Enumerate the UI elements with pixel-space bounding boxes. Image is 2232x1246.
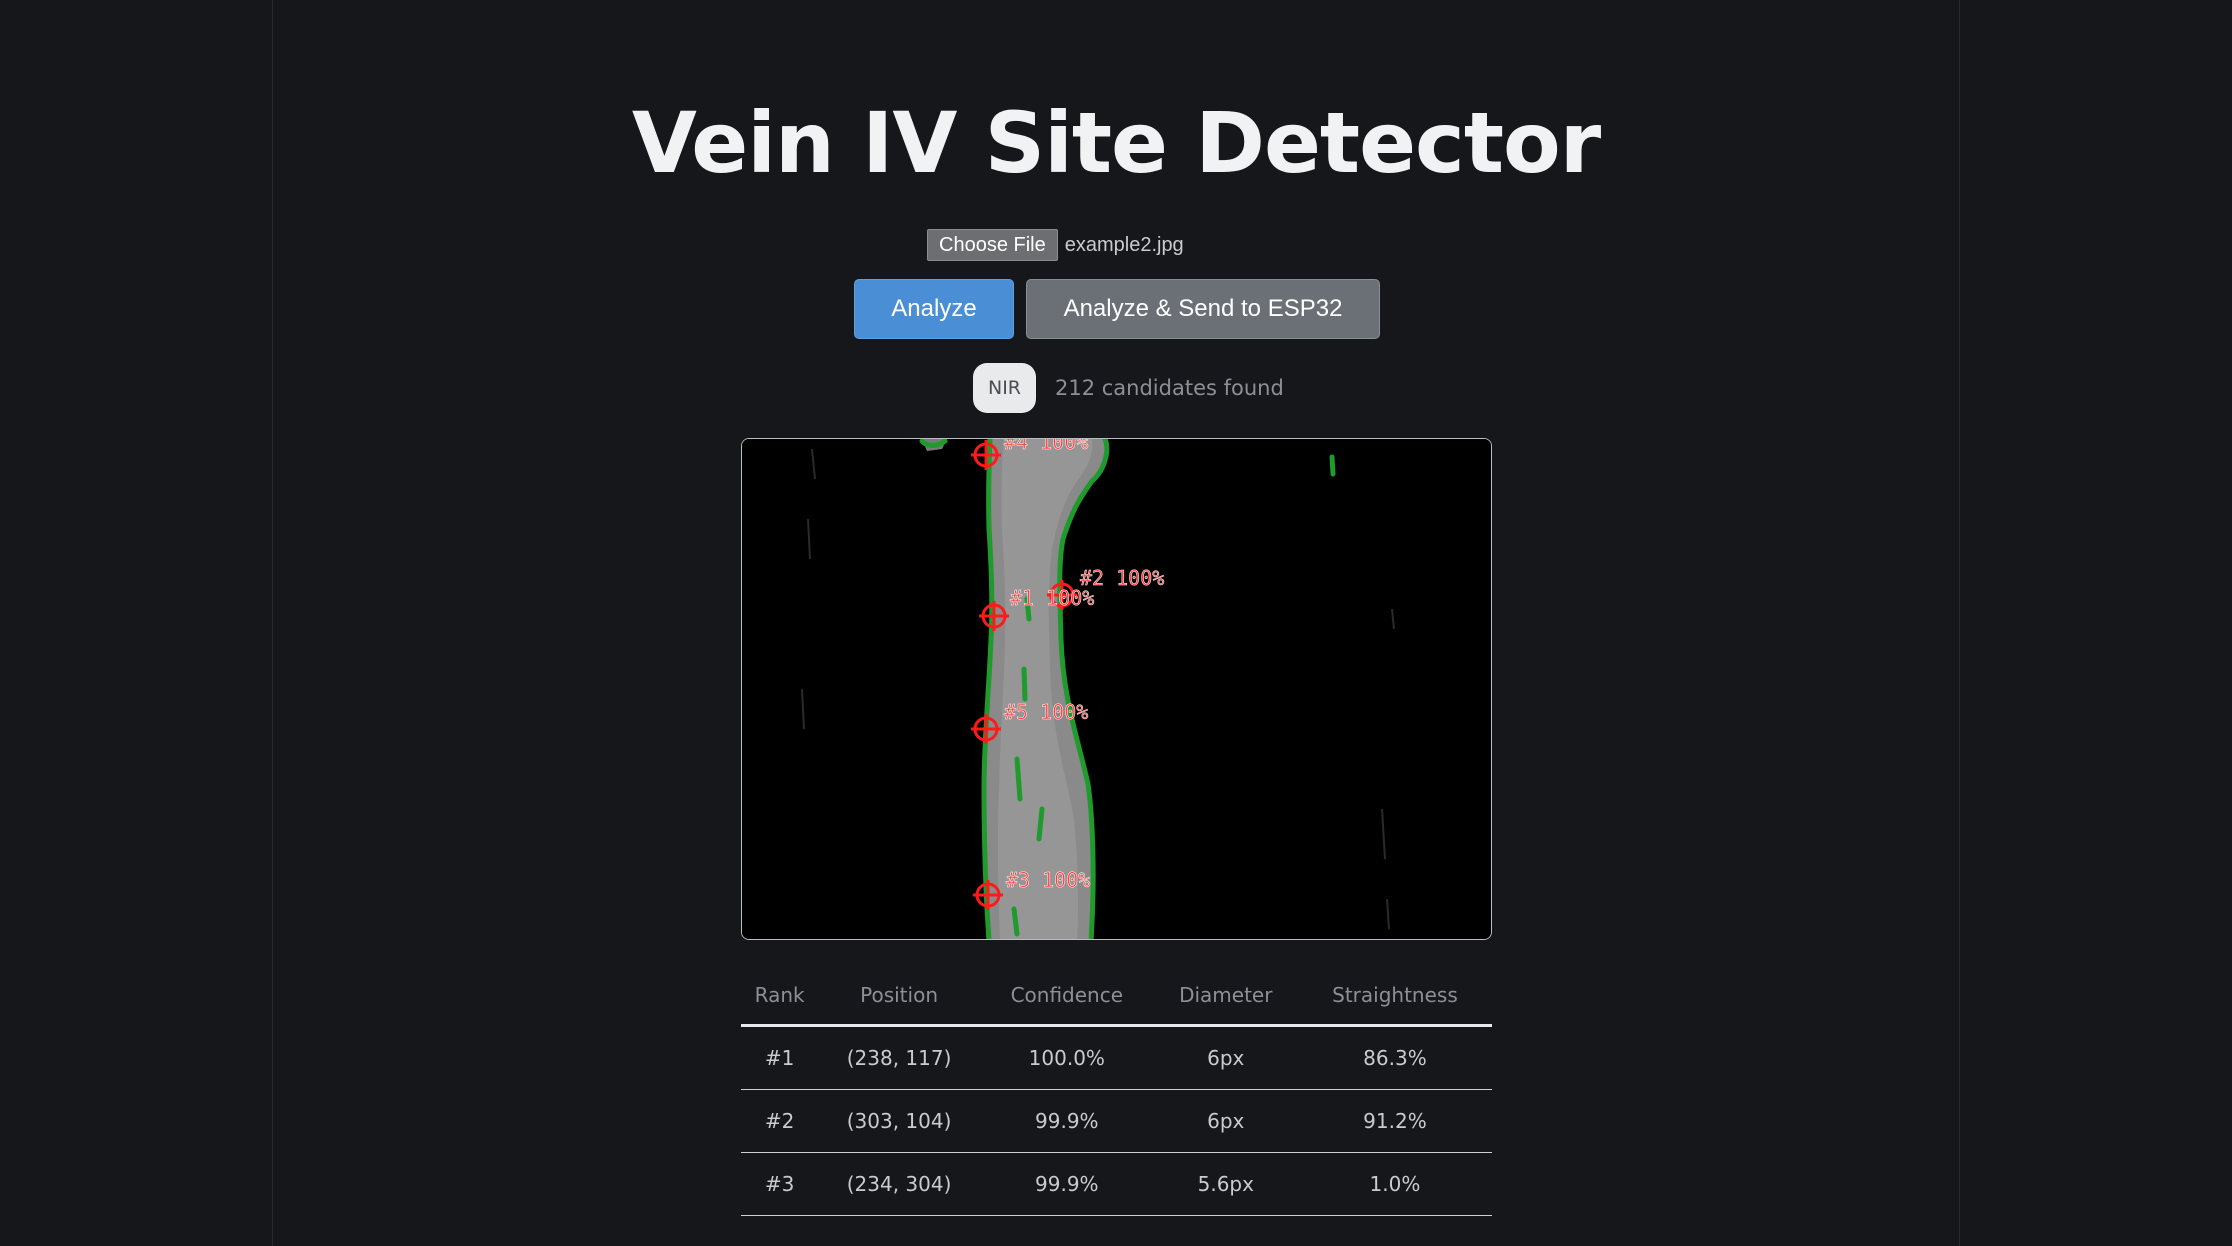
col-rank: Rank bbox=[741, 966, 819, 1027]
page-title: Vein IV Site Detector bbox=[631, 94, 1601, 192]
col-straightness: Straightness bbox=[1297, 966, 1492, 1027]
cell-position: (238, 117) bbox=[818, 1025, 980, 1090]
analyze-send-esp32-button[interactable]: Analyze & Send to ESP32 bbox=[1026, 279, 1380, 339]
table-header-row: Rank Position Confidence Diameter Straig… bbox=[741, 966, 1492, 1027]
action-buttons: Analyze Analyze & Send to ESP32 bbox=[854, 279, 1380, 339]
cell-confidence: 100.0% bbox=[979, 1025, 1154, 1090]
cell-position: (234, 304) bbox=[818, 1152, 980, 1216]
cell-rank: #3 bbox=[741, 1152, 819, 1216]
col-diameter: Diameter bbox=[1153, 966, 1298, 1027]
marker-label-4: #4 100% bbox=[1004, 439, 1088, 454]
cell-confidence: 99.9% bbox=[979, 1089, 1154, 1153]
cell-rank: #2 bbox=[741, 1089, 819, 1153]
marker-label-1: #1 100% bbox=[1010, 586, 1094, 610]
table-row: #1 (238, 117) 100.0% 6px 86.3% bbox=[741, 1025, 1492, 1090]
marker-label-5: #5 100% bbox=[1004, 700, 1088, 724]
table-row: #2 (303, 104) 99.9% 6px 91.2% bbox=[741, 1089, 1492, 1153]
choose-file-button[interactable]: Choose File bbox=[927, 229, 1058, 261]
cell-diameter: 5.6px bbox=[1153, 1152, 1298, 1216]
col-position: Position bbox=[818, 966, 980, 1027]
col-confidence: Confidence bbox=[979, 966, 1154, 1027]
analyze-button[interactable]: Analyze bbox=[854, 279, 1014, 339]
candidates-table: Rank Position Confidence Diameter Straig… bbox=[741, 966, 1492, 1216]
cell-position: (303, 104) bbox=[818, 1089, 980, 1153]
cell-straightness: 1.0% bbox=[1297, 1152, 1492, 1216]
result-image: #4 100% #2 100% #1 100% #5 100% #3 100% bbox=[741, 438, 1492, 940]
status-row: NIR 212 candidates found bbox=[973, 363, 1284, 413]
cell-straightness: 86.3% bbox=[1297, 1025, 1492, 1090]
cell-diameter: 6px bbox=[1153, 1089, 1298, 1153]
cell-diameter: 6px bbox=[1153, 1025, 1298, 1090]
mode-badge[interactable]: NIR bbox=[973, 363, 1036, 413]
cell-confidence: 99.9% bbox=[979, 1152, 1154, 1216]
candidates-count: 212 candidates found bbox=[1055, 376, 1284, 400]
selected-file-name: example2.jpg bbox=[1064, 233, 1184, 256]
cell-straightness: 91.2% bbox=[1297, 1089, 1492, 1153]
table-row: #3 (234, 304) 99.9% 5.6px 1.0% bbox=[741, 1152, 1492, 1216]
arm-overlay: #4 100% #2 100% #1 100% #5 100% #3 100% bbox=[742, 439, 1491, 939]
marker-label-3: #3 100% bbox=[1006, 868, 1090, 892]
cell-rank: #1 bbox=[741, 1025, 819, 1090]
file-upload: Choose File example2.jpg bbox=[927, 229, 1184, 261]
